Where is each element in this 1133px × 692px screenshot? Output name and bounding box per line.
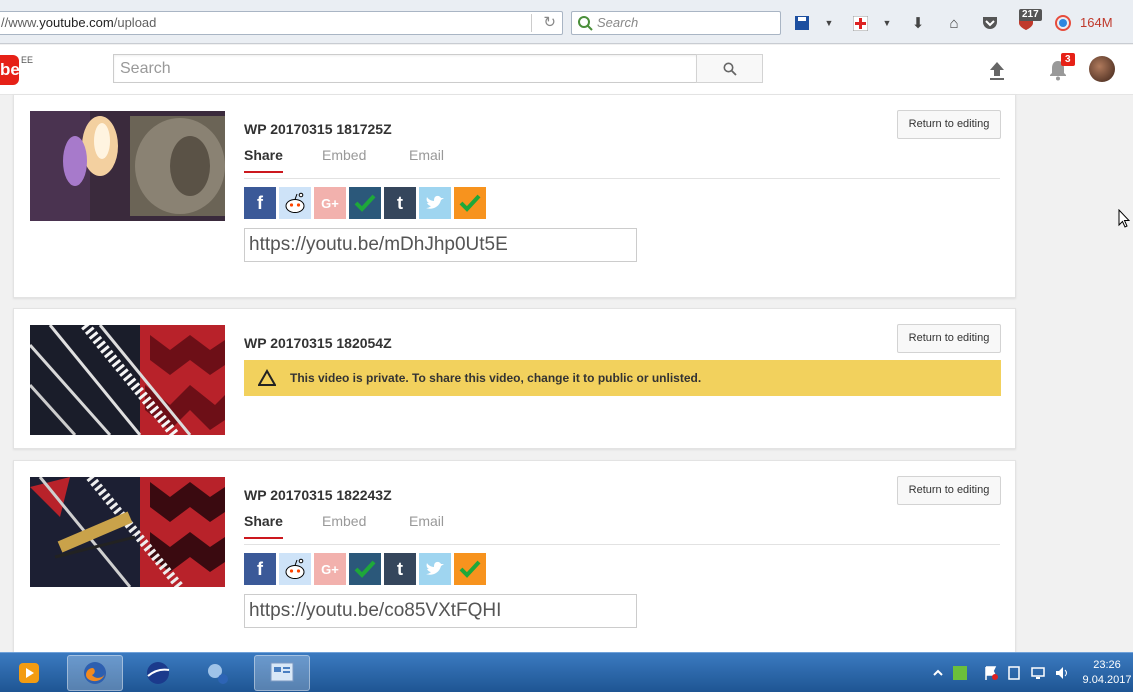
tray-device-icon[interactable] — [1006, 665, 1022, 681]
addon-red-cross-icon[interactable] — [849, 12, 871, 34]
facebook-icon[interactable]: f — [244, 553, 276, 585]
social-share-row-3: f G+ t — [244, 553, 486, 585]
return-to-editing-button-2[interactable]: Return to editing — [897, 324, 1001, 353]
tumblr-icon[interactable]: t — [384, 187, 416, 219]
save-dropdown-icon[interactable]: ▼ — [818, 12, 840, 34]
browser-toolbar: //www.youtube.com/upload ↻ Search ▼ ▼ ⬇ … — [0, 0, 1133, 44]
return-to-editing-button-1[interactable]: Return to editing — [897, 110, 1001, 139]
private-video-message: This video is private. To share this vid… — [290, 371, 702, 385]
return-to-editing-button-3[interactable]: Return to editing — [897, 476, 1001, 505]
search-icon — [723, 62, 737, 76]
tab-share-1[interactable]: Share — [244, 147, 283, 173]
youtube-logo[interactable]: be — [0, 55, 19, 85]
google-plus-icon[interactable]: G+ — [314, 553, 346, 585]
pocket-icon[interactable] — [979, 12, 1001, 34]
odnoklassniki-icon[interactable] — [454, 187, 486, 219]
country-code: EE — [21, 55, 34, 65]
youtube-search-button[interactable] — [696, 54, 763, 83]
url-prefix: //www. — [1, 15, 40, 30]
user-avatar[interactable] — [1089, 56, 1115, 82]
network-icon[interactable] — [1030, 665, 1046, 681]
url-host: youtube.com — [39, 15, 114, 30]
tab-email-3[interactable]: Email — [409, 513, 444, 537]
tab-embed-3[interactable]: Embed — [322, 513, 366, 537]
downloads-icon[interactable]: ⬇ — [907, 12, 929, 34]
firefox-task-icon[interactable] — [67, 655, 123, 691]
video-title-3: WP 20170315 182243Z — [244, 487, 392, 503]
google-search-icon — [578, 16, 593, 31]
browser-search-input[interactable]: Search — [571, 11, 781, 35]
clock-time: 23:26 — [1093, 659, 1121, 671]
video-title-2: WP 20170315 182054Z — [244, 335, 392, 351]
tab-embed-1[interactable]: Embed — [322, 147, 366, 171]
twitter-icon[interactable] — [419, 187, 451, 219]
share-tabs-3: Share Embed Email — [244, 513, 1000, 545]
vk-icon[interactable] — [349, 187, 381, 219]
share-tabs-1: Share Embed Email — [244, 147, 1000, 179]
windows-taskbar: 23:26 9.04.2017 — [0, 652, 1133, 692]
upload-icon[interactable] — [985, 58, 1009, 82]
browser-search-placeholder: Search — [597, 15, 639, 30]
upload-card-2: WP 20170315 182054Z Return to editing Th… — [13, 308, 1016, 449]
volume-icon[interactable] — [1054, 665, 1070, 681]
browser-task-icon[interactable] — [130, 655, 186, 691]
twitter-icon[interactable] — [419, 553, 451, 585]
media-player-task-icon[interactable] — [4, 655, 54, 691]
odnoklassniki-icon[interactable] — [454, 553, 486, 585]
reload-icon[interactable]: ↻ — [543, 12, 556, 34]
facebook-icon[interactable]: f — [244, 187, 276, 219]
system-clock[interactable]: 23:26 9.04.2017 — [1082, 658, 1132, 688]
upload-card-1: WP 20170315 181725Z Return to editing Sh… — [13, 94, 1016, 298]
google-plus-icon[interactable]: G+ — [314, 187, 346, 219]
memory-addon-icon[interactable] — [1052, 12, 1074, 34]
reddit-icon[interactable] — [279, 187, 311, 219]
tab-share-3[interactable]: Share — [244, 513, 283, 539]
video-thumbnail-1[interactable] — [30, 111, 225, 221]
tab-email-1[interactable]: Email — [409, 147, 444, 171]
share-url-field-1[interactable]: https://youtu.be/mDhJhp0Ut5E — [244, 228, 637, 262]
video-thumbnail-2[interactable] — [30, 325, 225, 435]
addon-dropdown-icon[interactable]: ▼ — [876, 12, 898, 34]
show-hidden-icons-icon[interactable] — [930, 665, 946, 681]
private-video-warning: This video is private. To share this vid… — [244, 360, 1001, 396]
tray-flag-icon[interactable] — [983, 665, 999, 681]
address-separator — [531, 14, 532, 32]
upload-card-3: WP 20170315 182243Z Return to editing Sh… — [13, 460, 1016, 660]
home-icon[interactable]: ⌂ — [943, 12, 965, 34]
clock-date: 9.04.2017 — [1082, 674, 1132, 686]
tumblr-icon[interactable]: t — [384, 553, 416, 585]
tray-app-icon[interactable] — [952, 665, 968, 681]
explorer-task-icon[interactable] — [254, 655, 310, 691]
reddit-icon[interactable] — [279, 553, 311, 585]
notification-count-badge: 3 — [1061, 53, 1075, 66]
social-share-row-1: f G+ t — [244, 187, 486, 219]
mouse-cursor-icon — [1118, 209, 1130, 228]
vk-icon[interactable] — [349, 553, 381, 585]
address-bar[interactable]: //www.youtube.com/upload ↻ — [0, 11, 563, 35]
memory-usage-label: 164M — [1080, 15, 1113, 30]
video-thumbnail-3[interactable] — [30, 477, 225, 587]
warning-triangle-icon — [258, 369, 276, 386]
save-icon[interactable] — [791, 12, 813, 34]
addon-count-badge: 217 — [1019, 9, 1042, 21]
youtube-search-input[interactable]: Search — [113, 54, 697, 83]
youtube-masthead: be EE Search 3 — [0, 45, 1133, 95]
share-url-field-3[interactable]: https://youtu.be/co85VXtFQHI — [244, 594, 637, 628]
url-path: /upload — [113, 15, 157, 30]
network-task-icon[interactable] — [190, 655, 246, 691]
video-title-1: WP 20170315 181725Z — [244, 121, 392, 137]
